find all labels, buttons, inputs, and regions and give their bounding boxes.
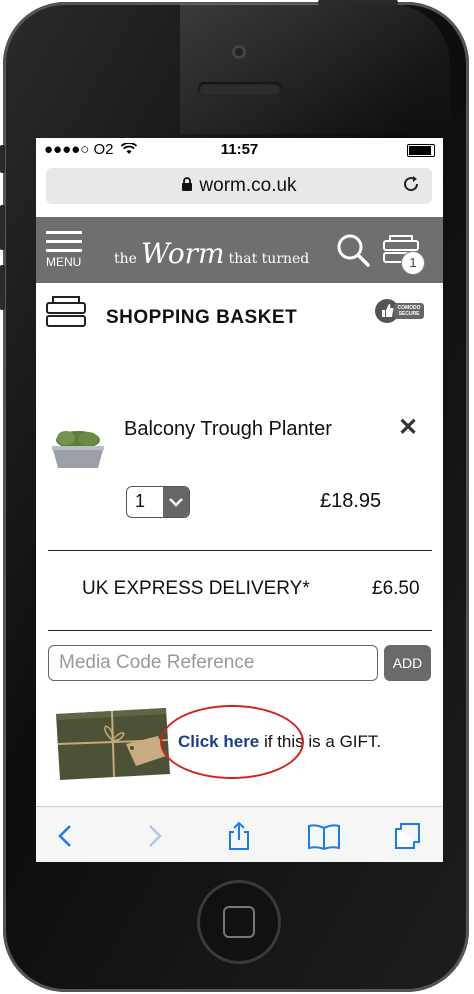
add-media-code-button[interactable]: ADD [384, 645, 431, 681]
share-icon[interactable] [224, 821, 254, 851]
volume-down-button [0, 265, 5, 310]
secure-badge-label: COMODO SECURE [397, 305, 421, 317]
forward-icon[interactable] [138, 821, 168, 851]
home-button[interactable] [197, 880, 281, 964]
remove-item-button[interactable]: ✕ [398, 413, 418, 442]
clock: 11:57 [220, 141, 259, 158]
front-camera [232, 45, 246, 59]
home-square-icon [223, 906, 255, 938]
mute-switch [0, 145, 5, 173]
divider [48, 550, 432, 551]
product-name[interactable]: Balcony Trough Planter [124, 418, 332, 441]
url-text: worm.co.uk [199, 175, 297, 196]
product-image[interactable] [48, 430, 108, 474]
item-price: £18.95 [320, 490, 382, 512]
delivery-price: £6.50 [372, 578, 420, 599]
address-bar[interactable]: worm.co.uk [46, 168, 432, 204]
site-logo[interactable]: the Worm that turned [114, 237, 309, 270]
tabs-icon[interactable] [392, 821, 422, 851]
volume-up-button [0, 205, 5, 250]
quantity-select[interactable]: 1 [126, 486, 190, 518]
status-bar: ●●●●○ O2 11:57 [36, 138, 443, 162]
media-code-input[interactable] [48, 645, 378, 681]
gift-image [56, 708, 170, 780]
reload-icon[interactable] [400, 173, 422, 195]
browser-toolbar [36, 806, 443, 862]
site-header: MENU the Worm that turned 1 [36, 217, 443, 283]
basket-heading: SHOPPING BASKET COMODO SECURE [36, 283, 443, 339]
url-display[interactable]: worm.co.uk [46, 175, 432, 197]
battery-icon [407, 144, 435, 157]
phone-screen: ●●●●○ O2 11:57 worm.co.uk MENU the Worm … [36, 138, 443, 862]
menu-label: MENU [46, 255, 82, 269]
basket-icon [46, 296, 86, 327]
page-title: SHOPPING BASKET [106, 307, 298, 328]
logo-turned: that turned [228, 251, 310, 267]
lock-icon [182, 177, 193, 191]
logo-the: the [114, 251, 137, 267]
delivery-label: UK EXPRESS DELIVERY* [82, 578, 310, 599]
phone-frame: ●●●●○ O2 11:57 worm.co.uk MENU the Worm … [0, 0, 474, 994]
earpiece-speaker [198, 82, 282, 96]
menu-button[interactable]: MENU [46, 231, 86, 271]
back-icon[interactable] [52, 821, 82, 851]
hamburger-icon [46, 231, 86, 252]
quantity-value: 1 [135, 491, 146, 511]
logo-worm: Worm [140, 237, 225, 270]
secure-badge: COMODO SECURE [374, 295, 426, 327]
cart-count-badge[interactable]: 1 [401, 251, 425, 275]
highlight-circle [160, 705, 304, 779]
bookmarks-icon[interactable] [306, 821, 342, 851]
divider [48, 630, 432, 631]
chevron-down-icon [163, 487, 189, 517]
search-icon[interactable] [336, 233, 370, 267]
power-button [318, 0, 398, 5]
